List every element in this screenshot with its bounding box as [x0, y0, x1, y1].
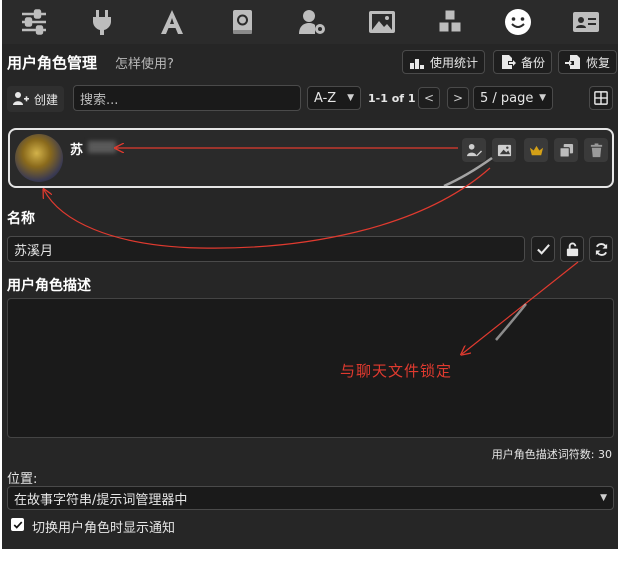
pagination-info: 1-1 of 1	[368, 92, 416, 105]
chevron-down-icon: ▼	[539, 93, 546, 103]
backup-button[interactable]: 备份	[493, 50, 553, 74]
grid-icon	[594, 91, 608, 105]
plug-icon[interactable]	[84, 6, 120, 38]
description-token-count: 用户角色描述词符数: 30	[491, 448, 612, 461]
create-persona-button[interactable]: 创建	[7, 86, 65, 112]
check-icon	[536, 243, 550, 255]
avatar	[15, 134, 63, 182]
notify-checkbox[interactable]	[11, 518, 24, 531]
chevron-down-icon: ▼	[347, 93, 354, 103]
user-edit-icon	[466, 143, 482, 156]
persona-management-panel: 用户角色管理 怎样使用? 使用统计 备份 恢复 创建 搜索... A-Z ▼ 1…	[2, 0, 618, 549]
sync-name-button[interactable]	[589, 236, 613, 262]
restore-label: 恢复	[586, 55, 611, 70]
top-navigation	[2, 0, 618, 44]
help-link[interactable]: 怎样使用?	[115, 53, 174, 72]
unlock-icon	[566, 242, 578, 256]
prev-page-button[interactable]: <	[418, 87, 440, 109]
name-label: 名称	[7, 211, 35, 227]
file-export-icon	[502, 55, 516, 69]
crown-icon	[529, 145, 543, 155]
persona-name-value: 苏溪月	[14, 243, 54, 259]
page-title: 用户角色管理	[7, 54, 98, 72]
create-label: 创建	[34, 92, 59, 107]
restore-button[interactable]: 恢复	[558, 50, 618, 74]
grid-view-button[interactable]	[589, 86, 613, 110]
usage-stats-label: 使用统计	[430, 55, 479, 70]
persona-description-textarea[interactable]	[7, 298, 614, 438]
copy-icon	[558, 143, 573, 158]
sort-value: A-Z	[314, 90, 337, 106]
persona-card[interactable]: 苏	[8, 128, 614, 188]
sort-select[interactable]: A-Z ▼	[307, 86, 361, 110]
id-card-icon[interactable]	[568, 6, 604, 38]
prev-label: <	[423, 91, 435, 105]
position-value: 在故事字符串/提示词管理器中	[14, 492, 188, 508]
usage-stats-button[interactable]: 使用统计	[402, 50, 486, 74]
page-size-value: 5 / page	[480, 90, 534, 106]
trash-icon	[590, 142, 602, 157]
search-input[interactable]: 搜索...	[73, 85, 301, 111]
delete-persona-button[interactable]	[584, 138, 608, 162]
image-icon[interactable]	[364, 6, 400, 38]
book-atlas-icon[interactable]	[224, 6, 260, 38]
page-size-select[interactable]: 5 / page ▼	[473, 86, 553, 110]
backup-label: 备份	[521, 55, 546, 70]
persona-name: 苏	[70, 143, 84, 158]
change-avatar-button[interactable]	[492, 138, 516, 162]
ranking-icon	[410, 59, 424, 69]
search-placeholder: 搜索...	[80, 92, 119, 108]
file-import-icon	[565, 55, 580, 69]
confirm-name-button[interactable]	[531, 236, 555, 262]
blurred-name	[88, 141, 116, 153]
lock-to-chat-button[interactable]	[560, 236, 584, 262]
chevron-down-icon: ▼	[600, 493, 607, 503]
duplicate-persona-button[interactable]	[554, 138, 578, 162]
next-page-button[interactable]: >	[447, 87, 469, 109]
description-label: 用户角色描述	[7, 278, 91, 294]
next-label: >	[452, 91, 464, 105]
font-icon[interactable]	[154, 6, 190, 38]
position-select[interactable]: 在故事字符串/提示词管理器中 ▼	[7, 486, 614, 510]
sliders-icon[interactable]	[16, 6, 52, 38]
cubes-icon[interactable]	[432, 6, 468, 38]
refresh-icon	[595, 242, 607, 256]
set-default-button[interactable]	[524, 138, 548, 162]
annotation-text: 与聊天文件锁定	[340, 362, 453, 380]
face-smile-icon[interactable]	[500, 6, 536, 38]
notify-label: 切换用户角色时显示通知	[32, 521, 176, 536]
image-icon	[497, 144, 511, 156]
persona-name-field[interactable]: 苏溪月	[7, 236, 525, 262]
user-plus-icon	[13, 92, 29, 105]
position-label: 位置:	[7, 472, 38, 487]
rename-persona-button[interactable]	[462, 138, 486, 162]
user-gear-icon[interactable]	[294, 6, 330, 38]
check-icon	[13, 521, 22, 529]
